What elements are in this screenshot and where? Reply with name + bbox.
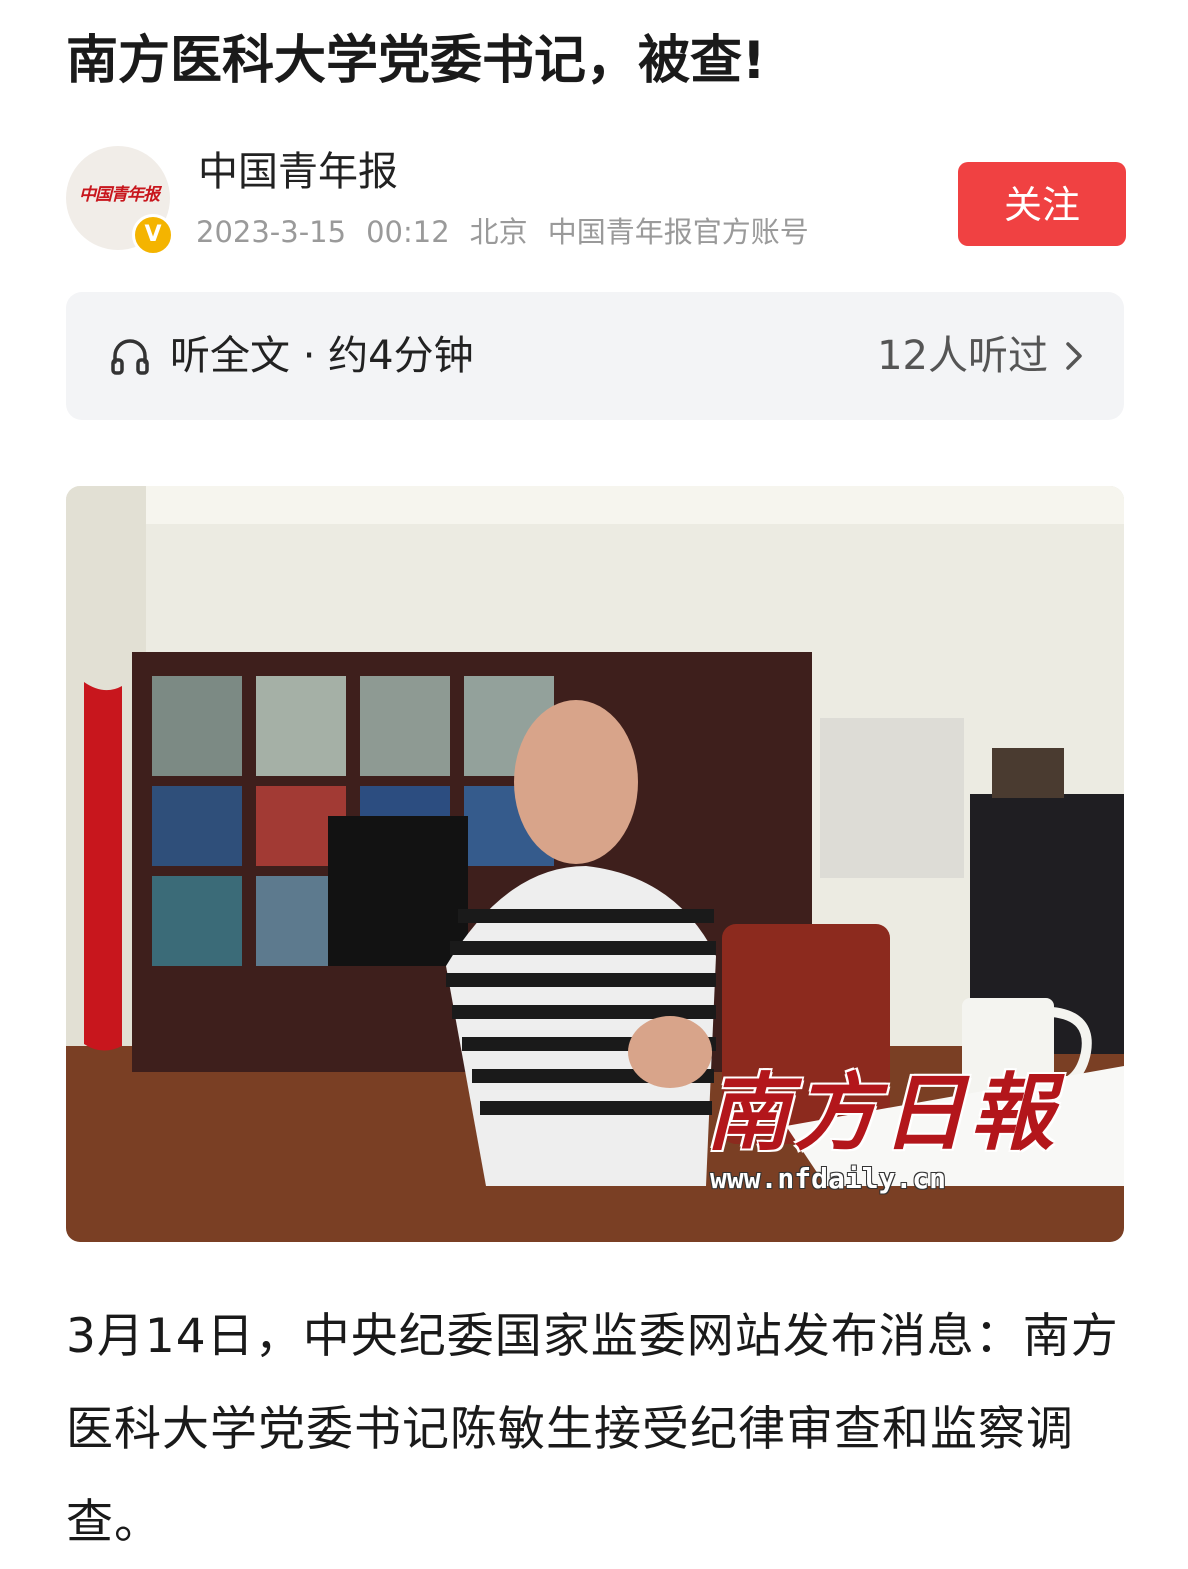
author-name[interactable]: 中国青年报 xyxy=(198,146,398,198)
listen-label: 听全文 · 约4分钟 xyxy=(170,333,474,379)
author-row: 中国青年报 V 中国青年报 2023-3-15 00:12 北京 中国青年报官方账号 … xyxy=(66,146,1126,256)
account-type: 中国青年报官方账号 xyxy=(547,215,809,249)
follow-button[interactable]: 关注 xyxy=(958,162,1126,246)
article-page: 南方医科大学党委书记，被查! 中国青年报 V 中国青年报 2023-3-15 00… xyxy=(0,0,1188,1568)
listen-count: 12人听过 xyxy=(877,333,1048,379)
watermark-url: www.nfdaily.cn xyxy=(710,1162,947,1195)
chevron-right-icon xyxy=(1066,342,1082,370)
watermark-logo: 南方日報 xyxy=(706,1063,1059,1162)
article-photo[interactable]: 南方日報 www.nfdaily.cn xyxy=(66,486,1124,1242)
verified-badge-icon: V xyxy=(132,214,174,256)
article-meta: 2023-3-15 00:12 北京 中国青年报官方账号 xyxy=(196,214,829,250)
listen-bar[interactable]: 听全文 · 约4分钟 12人听过 xyxy=(66,292,1124,420)
article-title: 南方医科大学党委书记，被查! xyxy=(66,31,766,91)
article-body: 3月14日，中央纪委国家监委网站发布消息：南方医科大学党委书记陈敏生接受纪律审查… xyxy=(66,1309,1119,1550)
headphone-icon xyxy=(111,339,149,375)
publish-date: 2023-3-15 xyxy=(196,215,347,249)
publish-location: 北京 xyxy=(469,215,528,249)
avatar[interactable]: 中国青年报 V xyxy=(66,146,174,256)
avatar-logo: 中国青年报 xyxy=(79,185,160,205)
publish-time: 00:12 xyxy=(366,215,450,249)
